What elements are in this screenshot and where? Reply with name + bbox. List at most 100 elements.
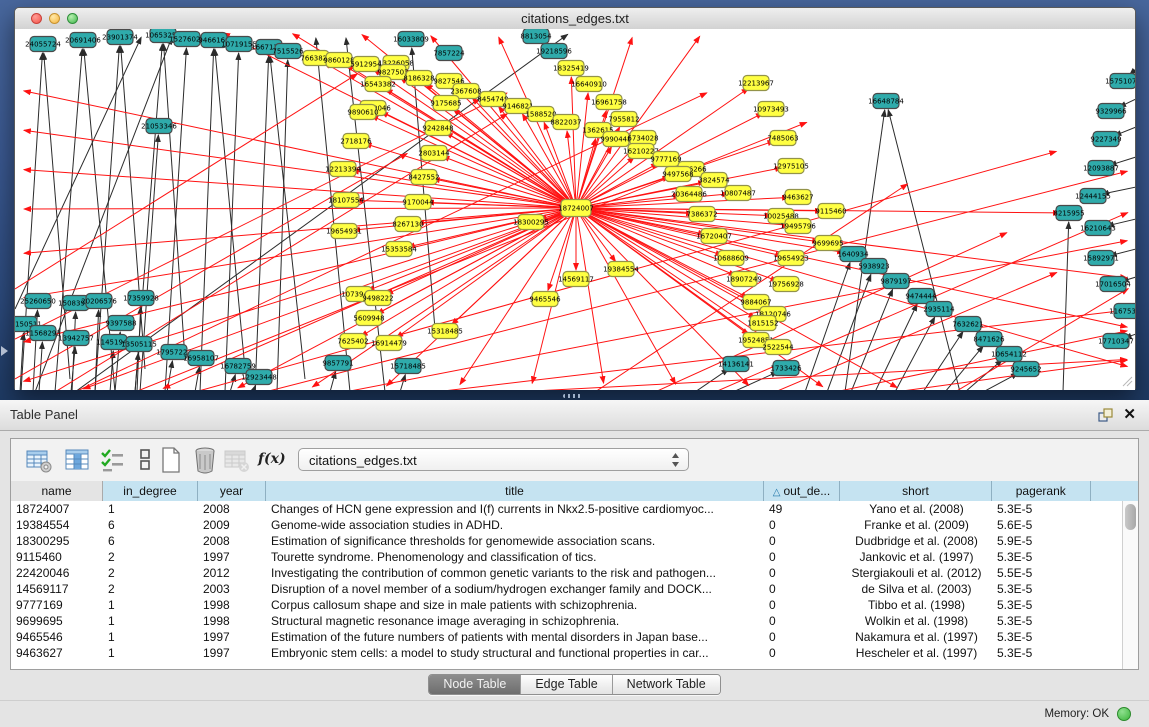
graph-node[interactable]: 14569117 bbox=[558, 272, 594, 287]
table-row[interactable]: 1456911722003Disruption of a novel membe… bbox=[11, 581, 1122, 597]
graph-node[interactable]: 17016504 bbox=[1095, 277, 1131, 292]
graph-node[interactable]: 19384554 bbox=[603, 262, 639, 277]
column-layout-icon[interactable] bbox=[131, 446, 159, 474]
graph-node[interactable]: 19495796 bbox=[780, 219, 816, 234]
function-builder-icon[interactable]: f(x) bbox=[258, 451, 286, 467]
graph-node[interactable]: 24055724 bbox=[25, 37, 61, 52]
graph-node[interactable]: 18107554 bbox=[328, 193, 364, 208]
column-header-name[interactable]: name bbox=[11, 481, 103, 501]
graph-node[interactable]: 9175685 bbox=[430, 96, 461, 111]
graph-node[interactable]: 9699695 bbox=[812, 236, 843, 251]
graph-node[interactable]: 19654931 bbox=[326, 224, 362, 239]
graph-node[interactable]: 23901374 bbox=[102, 30, 138, 45]
table-selector-dropdown[interactable]: citations_edges.txt bbox=[298, 448, 689, 471]
graph-node[interactable]: 17710347 bbox=[1098, 334, 1134, 349]
table-row[interactable]: 2242004622012Investigating the contribut… bbox=[11, 565, 1122, 581]
graph-node[interactable]: 20691406 bbox=[65, 33, 101, 48]
panel-collapse-arrow-icon[interactable] bbox=[1, 346, 8, 356]
new-document-icon[interactable] bbox=[157, 446, 185, 474]
graph-node[interactable]: 12923448 bbox=[241, 370, 277, 385]
graph-node[interactable]: 12093887 bbox=[1083, 161, 1119, 176]
graph-node[interactable]: 5938923 bbox=[858, 259, 889, 274]
graph-node[interactable]: 9465546 bbox=[529, 292, 561, 307]
graph-node[interactable]: 9777169 bbox=[650, 152, 681, 167]
column-header-year[interactable]: year bbox=[198, 481, 266, 501]
column-header-title[interactable]: title bbox=[266, 481, 764, 501]
graph-node[interactable]: 16720407 bbox=[696, 229, 732, 244]
graph-node[interactable]: 8427552 bbox=[408, 170, 439, 185]
graph-node[interactable]: 1733426 bbox=[770, 361, 802, 376]
tab-node-table[interactable]: Node Table bbox=[429, 675, 521, 694]
delete-trash-icon[interactable] bbox=[191, 446, 219, 474]
column-header-out_de[interactable]: △out_de... bbox=[764, 481, 840, 501]
graph-node[interactable]: 16210643 bbox=[1080, 221, 1116, 236]
graph-node[interactable]: 9115460 bbox=[815, 204, 846, 219]
graph-node[interactable]: 7625402 bbox=[337, 334, 368, 349]
graph-node[interactable]: 17359928 bbox=[123, 291, 159, 306]
graph-node[interactable]: 2718176 bbox=[340, 134, 372, 149]
graph-node[interactable]: 16914479 bbox=[371, 336, 407, 351]
graph-node[interactable]: 12975105 bbox=[773, 159, 809, 174]
graph-node[interactable]: 21053346 bbox=[141, 119, 177, 134]
close-panel-icon[interactable]: ✕ bbox=[1123, 406, 1136, 423]
graph-node[interactable]: 9170044 bbox=[402, 195, 434, 210]
column-header-short[interactable]: short bbox=[840, 481, 992, 501]
graph-node[interactable]: 7386372 bbox=[686, 207, 717, 222]
graph-node[interactable]: 2935114 bbox=[923, 302, 955, 317]
graph-node[interactable]: 13942757 bbox=[58, 331, 94, 346]
graph-node[interactable]: 8186328 bbox=[403, 71, 434, 86]
graph-node[interactable]: 16648784 bbox=[868, 94, 904, 109]
graph-node[interactable]: 11568293 bbox=[25, 326, 61, 341]
graph-node[interactable]: 9463627 bbox=[782, 190, 813, 205]
graph-node[interactable]: 8215955 bbox=[1053, 206, 1084, 221]
graph-node[interactable]: 10654112 bbox=[991, 347, 1027, 362]
graph-node[interactable]: 15892971 bbox=[1083, 251, 1119, 266]
tab-network-table[interactable]: Network Table bbox=[613, 675, 720, 694]
vertical-scrollbar[interactable] bbox=[1122, 501, 1138, 669]
graph-node[interactable]: 2522544 bbox=[762, 340, 794, 355]
graph-node[interactable]: 9242848 bbox=[422, 121, 453, 136]
graph-node[interactable]: 10807487 bbox=[720, 186, 756, 201]
table-row[interactable]: 946554611997Estimation of the future num… bbox=[11, 629, 1122, 645]
graph-node[interactable]: 9397588 bbox=[105, 316, 136, 331]
table-row[interactable]: 977716911998Corpus callosum shape and si… bbox=[11, 597, 1122, 613]
graph-node[interactable]: 8822037 bbox=[550, 115, 581, 130]
graph-node[interactable]: 9227349 bbox=[1090, 132, 1121, 147]
graph-node[interactable]: 3824574 bbox=[698, 173, 730, 188]
table-row[interactable]: 946362711997Embryonic stem cells: a mode… bbox=[11, 645, 1122, 661]
graph-node[interactable]: 14136141 bbox=[718, 357, 754, 372]
graph-node[interactable]: 18300295 bbox=[513, 215, 549, 230]
table-row[interactable]: 1830029562008Estimation of significance … bbox=[11, 533, 1122, 549]
window-resize-grip[interactable] bbox=[1122, 376, 1133, 387]
graph-node[interactable]: 13505115 bbox=[121, 337, 157, 352]
graph-node[interactable]: 9857791 bbox=[322, 356, 353, 371]
graph-node[interactable]: 20364486 bbox=[671, 187, 707, 202]
graph-node[interactable]: 12444155 bbox=[1075, 189, 1111, 204]
graph-node[interactable]: 15718485 bbox=[390, 359, 426, 374]
graph-node[interactable]: 11675338 bbox=[1109, 304, 1135, 319]
table-row[interactable]: 1872400712008Changes of HCN gene express… bbox=[11, 501, 1122, 517]
column-header-pagerank[interactable]: pagerank bbox=[992, 481, 1091, 501]
graph-node[interactable]: 8267130 bbox=[392, 217, 423, 232]
window-titlebar[interactable]: citations_edges.txt bbox=[15, 8, 1135, 30]
graph-node[interactable]: 15751074 bbox=[1105, 74, 1135, 89]
graph-node[interactable]: 19218596 bbox=[536, 44, 572, 59]
graph-node[interactable]: 9497568 bbox=[662, 167, 693, 182]
tab-edge-table[interactable]: Edge Table bbox=[521, 675, 612, 694]
graph-node[interactable]: 25260650 bbox=[20, 294, 56, 309]
graph-node[interactable]: 7632621 bbox=[952, 317, 983, 332]
graph-node[interactable]: 16958107 bbox=[183, 351, 219, 366]
graph-node[interactable]: 16961758 bbox=[591, 95, 627, 110]
scrollbar-thumb[interactable] bbox=[1125, 504, 1136, 530]
graph-node[interactable]: 5609948 bbox=[353, 311, 384, 326]
splitter-grip[interactable] bbox=[563, 394, 581, 398]
graph-node[interactable]: 16033809 bbox=[393, 32, 429, 47]
graph-node[interactable]: 18325419 bbox=[553, 61, 589, 76]
graph-node[interactable]: 7515526 bbox=[272, 44, 304, 59]
table-settings-icon[interactable] bbox=[25, 446, 53, 474]
graph-node[interactable]: 20206576 bbox=[81, 294, 117, 309]
graph-node[interactable]: 12213394 bbox=[325, 162, 361, 177]
network-canvas[interactable]: 2405572420691406239013741065325715276021… bbox=[15, 29, 1135, 390]
graph-node[interactable]: 15318485 bbox=[427, 324, 463, 339]
float-panel-icon[interactable] bbox=[1098, 408, 1113, 423]
